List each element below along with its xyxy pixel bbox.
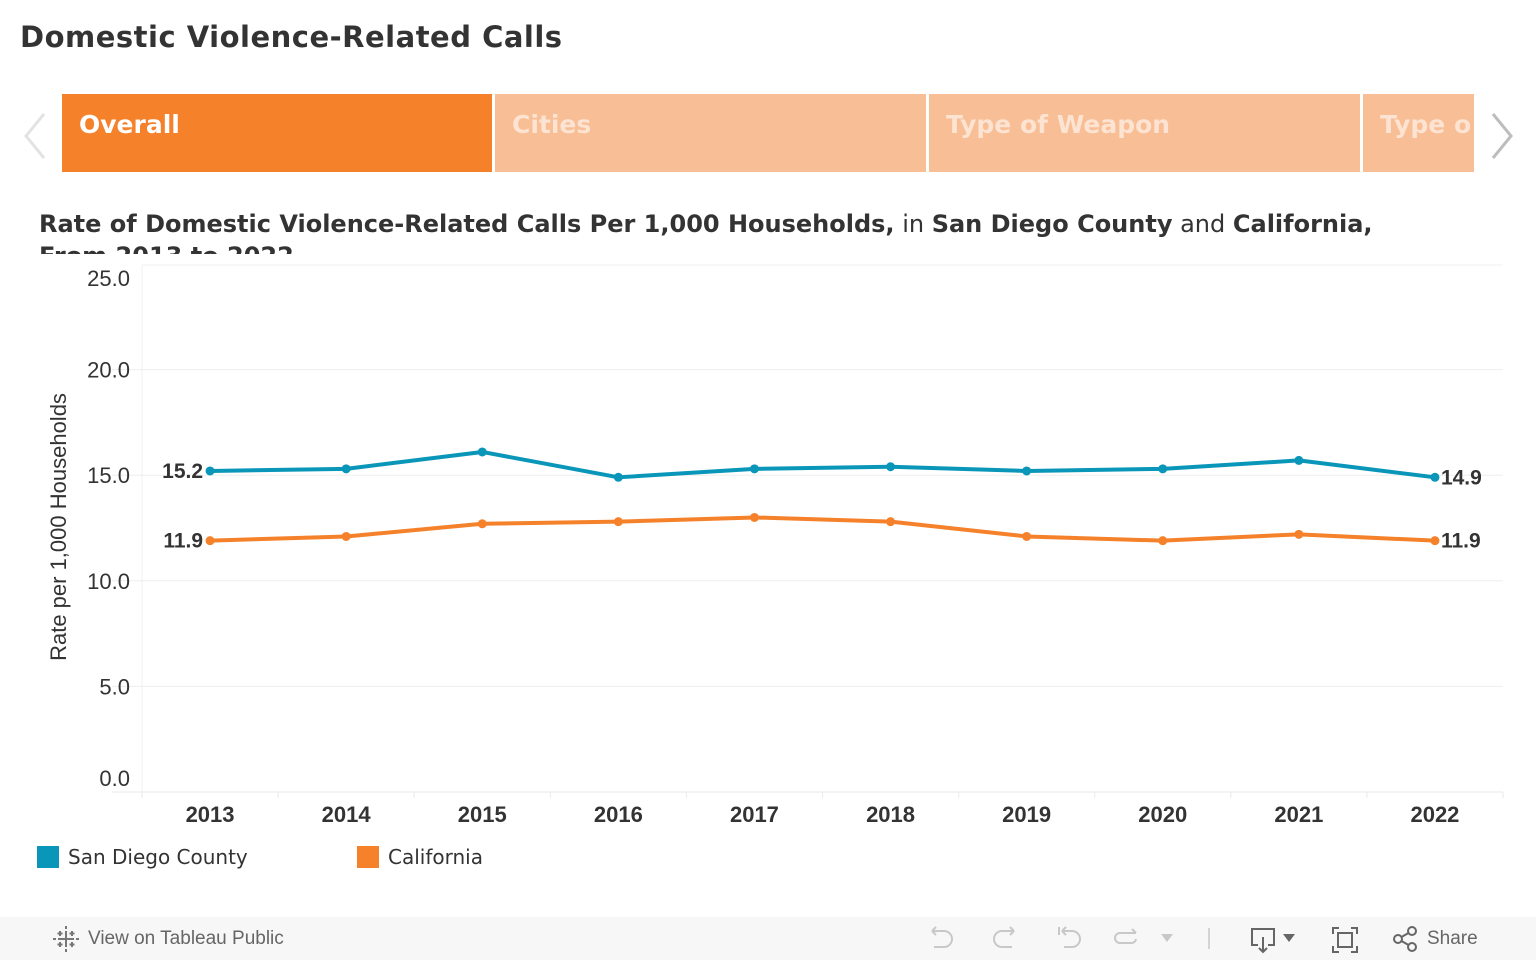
y-tick-label: 0.0 (99, 766, 130, 791)
legend-item-california[interactable]: California (357, 845, 483, 869)
tableau-logo-icon (53, 926, 79, 952)
share-label: Share (1427, 928, 1478, 949)
x-tick-label: 2016 (594, 802, 643, 827)
tab-type-of-call[interactable]: Type o (1363, 94, 1474, 172)
chevron-left-icon (24, 113, 46, 159)
tab-overall[interactable]: Overall (62, 94, 492, 172)
dashboard-title: Domestic Violence-Related Calls (20, 20, 563, 54)
chevron-right-icon (1491, 113, 1513, 159)
legend-swatch (357, 846, 379, 868)
download-dropdown-icon[interactable] (1282, 933, 1296, 943)
data-point (341, 464, 351, 474)
revert-icon[interactable] (1054, 925, 1084, 953)
legend-swatch (37, 846, 59, 868)
x-tick-label: 2013 (186, 802, 235, 827)
legend-label: California (388, 845, 483, 869)
tab-cities[interactable]: Cities (495, 94, 926, 172)
chart-title: Rate of Domestic Violence-Related Calls … (39, 208, 1499, 254)
data-point (341, 531, 351, 541)
x-tick-label: 2019 (1002, 802, 1051, 827)
data-point (1022, 466, 1032, 476)
story-tabs: Overall Cities Type of Weapon Type o (62, 94, 1474, 172)
data-point (749, 464, 759, 474)
data-point (1294, 455, 1304, 465)
y-tick-label: 10.0 (87, 569, 130, 594)
data-point (205, 536, 215, 546)
data-point (1158, 536, 1168, 546)
x-tick-label: 2017 (730, 802, 779, 827)
data-point (886, 462, 896, 472)
data-label-last: 14.9 (1441, 466, 1482, 489)
view-on-tableau-link[interactable]: View on Tableau Public (52, 925, 284, 953)
x-tick-label: 2022 (1410, 802, 1459, 827)
chart-title-part: California, (1232, 210, 1373, 238)
chart-title-part: in (894, 210, 932, 238)
x-tick-label: 2018 (866, 802, 915, 827)
share-icon (1393, 926, 1417, 952)
y-tick-label: 20.0 (87, 358, 130, 383)
y-axis-title: Rate per 1,000 Households (46, 393, 71, 661)
data-point (205, 466, 215, 476)
chart-title-part: Rate of Domestic Violence-Related Calls … (39, 210, 895, 238)
redo-icon[interactable] (990, 925, 1020, 953)
y-tick-label: 25.0 (87, 266, 130, 291)
series-line-san-diego (210, 449, 1436, 480)
x-tick-label: 2015 (458, 802, 507, 827)
tabs-prev-button[interactable] (20, 108, 50, 164)
toolbar-divider (1208, 928, 1210, 949)
download-icon[interactable] (1248, 925, 1278, 955)
refresh-icon[interactable] (1112, 925, 1142, 953)
data-point (1294, 529, 1304, 539)
x-tick-label: 2021 (1274, 802, 1323, 827)
tabs-next-button[interactable] (1487, 108, 1517, 164)
data-label-last: 11.9 (1441, 530, 1481, 553)
chart-title-part: From 2013 to 2022 (39, 242, 294, 254)
data-point (1022, 531, 1032, 541)
legend-label: San Diego County (68, 845, 248, 869)
fullscreen-icon[interactable] (1330, 925, 1360, 955)
share-button[interactable]: Share (1392, 925, 1478, 953)
x-tick-label: 2014 (322, 802, 372, 827)
chart-title-part: San Diego County (931, 210, 1173, 238)
series-line-california (209, 515, 1436, 543)
data-point (613, 472, 623, 482)
refresh-dropdown-icon[interactable] (1160, 933, 1174, 943)
data-point (1430, 472, 1440, 482)
undo-icon[interactable] (926, 925, 956, 953)
data-point (886, 517, 896, 527)
x-tick-label: 2020 (1138, 802, 1187, 827)
data-point (477, 447, 487, 457)
legend-item-san-diego[interactable]: San Diego County (37, 845, 248, 869)
data-point (1430, 536, 1440, 546)
data-point (749, 512, 759, 522)
chart-title-part: and (1172, 210, 1233, 238)
data-point (1158, 464, 1168, 474)
tableau-toolbar: View on Tableau Public Share (0, 917, 1536, 960)
y-tick-label: 5.0 (99, 674, 130, 699)
data-label-first: 11.9 (163, 530, 203, 553)
data-point (613, 517, 623, 527)
data-point (477, 519, 487, 529)
view-on-tableau-label: View on Tableau Public (88, 928, 284, 949)
line-chart: 0.0 5.0 10.0 15.0 20.0 25.0 2013 2014 2015 2016 20… (46, 264, 1504, 827)
data-label-first: 15.2 (162, 460, 203, 483)
y-tick-label: 15.0 (87, 463, 130, 488)
tab-type-of-weapon[interactable]: Type of Weapon (929, 94, 1360, 172)
